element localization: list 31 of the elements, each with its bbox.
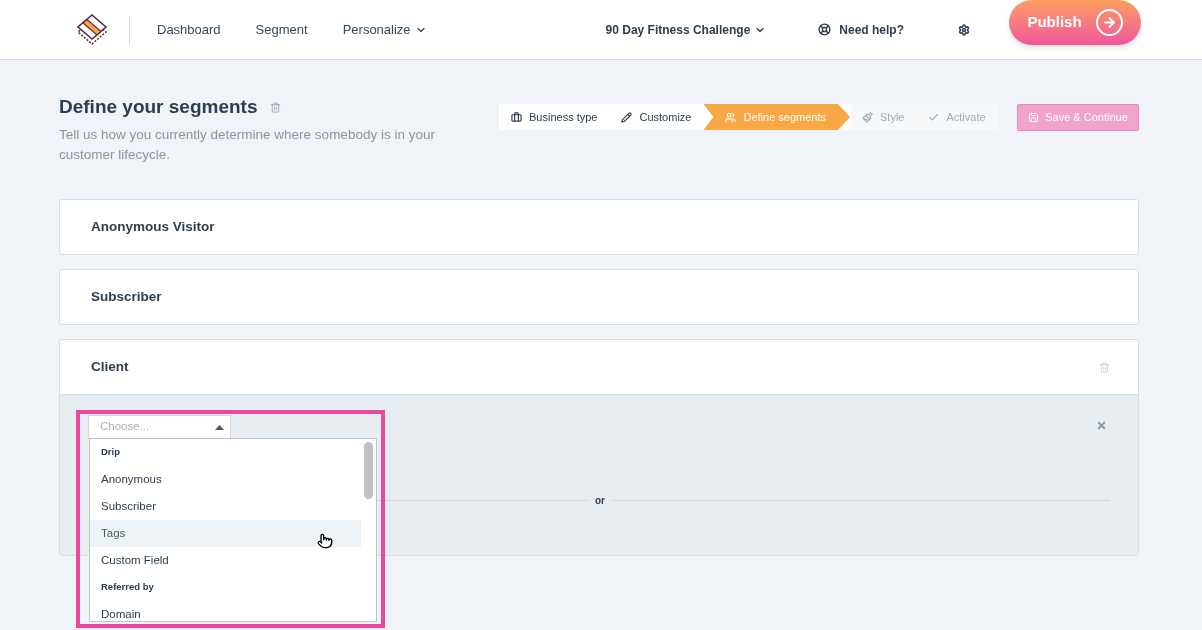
trash-icon[interactable] <box>1099 361 1110 373</box>
group-heading: Referred by <box>101 580 154 595</box>
save-icon <box>1028 112 1040 123</box>
lifebuoy-icon <box>818 23 832 36</box>
segment-name[interactable]: Anonymous Visitor <box>91 216 215 238</box>
page-title: Define your segments <box>59 95 258 119</box>
select-placeholder: Choose... <box>100 419 150 435</box>
hand-cursor-icon <box>317 533 333 549</box>
nav-link[interactable]: Dashboard <box>157 19 221 40</box>
or-separator: or <box>595 494 605 508</box>
paintbrush-icon <box>862 111 873 123</box>
arrow-right-icon <box>1095 9 1123 36</box>
logo-icon <box>75 12 109 47</box>
settings-icon[interactable] <box>958 23 970 36</box>
pencil-icon <box>621 111 633 123</box>
segment-name[interactable]: Subscriber <box>91 286 162 308</box>
group-heading: Drip <box>101 445 120 460</box>
segment-name[interactable]: Client <box>91 356 129 378</box>
briefcase-icon <box>511 111 522 123</box>
trash-icon[interactable] <box>269 101 281 113</box>
help-link[interactable]: Need help? <box>818 20 904 39</box>
nav-link[interactable]: Personalize <box>342 19 427 40</box>
nav-link[interactable]: Segment <box>255 19 308 40</box>
project-dropdown[interactable]: 90 Day Fitness Challenge <box>605 20 767 39</box>
close-icon[interactable] <box>1096 420 1107 431</box>
caret-up-icon <box>215 424 224 430</box>
people-icon <box>725 111 737 123</box>
check-icon <box>928 111 940 123</box>
scrollbar-thumb <box>364 442 373 499</box>
page-description: Tell us how you currently determine where somebody is in your customer lifecycle. <box>59 126 436 164</box>
dropdown-option[interactable]: Tags <box>90 520 361 547</box>
